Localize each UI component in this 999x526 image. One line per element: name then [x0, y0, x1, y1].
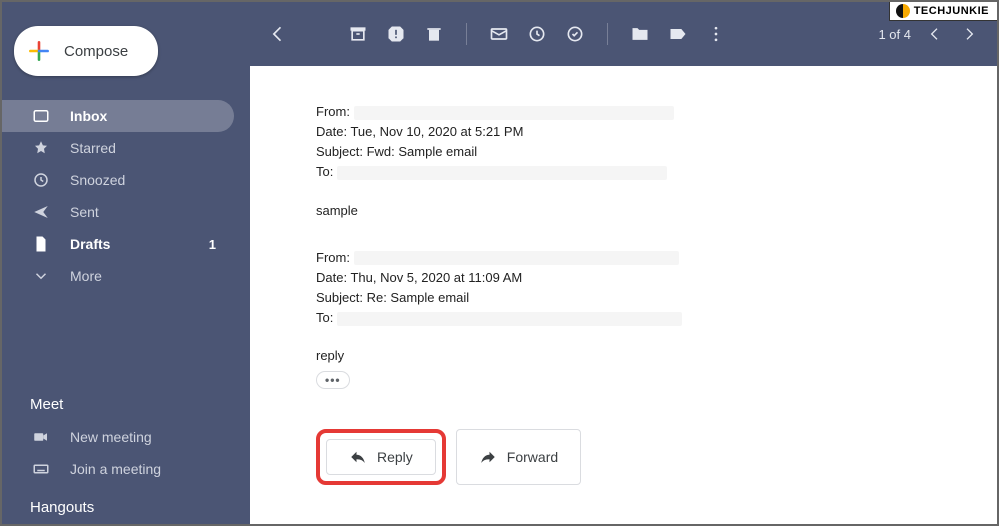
- redacted-from: [354, 251, 679, 265]
- watermark: TECHJUNKIE: [889, 2, 997, 21]
- quoted-subject-2: Subject: Re: Sample email: [316, 288, 973, 308]
- sidebar-item-label: New meeting: [70, 429, 152, 445]
- compose-label: Compose: [64, 43, 128, 60]
- report-spam-icon[interactable]: [386, 24, 406, 44]
- compose-plus-icon: [26, 38, 52, 64]
- sidebar-item-label: Starred: [70, 140, 116, 156]
- add-to-tasks-icon[interactable]: [565, 24, 585, 44]
- clock-icon: [30, 171, 52, 189]
- move-to-icon[interactable]: [630, 24, 650, 44]
- pager-text: 1 of 4: [878, 27, 911, 42]
- keyboard-icon: [30, 460, 52, 478]
- annotation-highlight: Reply: [316, 429, 446, 485]
- mail-nav: Inbox Starred Snoozed Sent: [2, 100, 250, 292]
- video-icon: [30, 428, 52, 446]
- hangouts-heading: Hangouts: [2, 491, 250, 524]
- to-label: To:: [316, 310, 333, 325]
- labels-icon[interactable]: [668, 24, 688, 44]
- meet-section: Meet New meeting Join a meeting: [2, 396, 250, 491]
- sidebar-item-label: Snoozed: [70, 172, 125, 188]
- more-icon[interactable]: [706, 24, 726, 44]
- compose-button[interactable]: Compose: [14, 26, 158, 76]
- to-label: To:: [316, 164, 333, 179]
- quoted-header-2: From: Date: Thu, Nov 5, 2020 at 11:09 AM…: [316, 248, 973, 329]
- inbox-icon: [30, 107, 52, 125]
- from-label: From:: [316, 104, 350, 119]
- forward-label: Forward: [507, 449, 558, 465]
- watermark-icon: [896, 4, 910, 18]
- meet-join-meeting[interactable]: Join a meeting: [2, 453, 234, 485]
- sidebar-item-label: Join a meeting: [70, 461, 161, 477]
- toolbar-separator: [607, 23, 608, 45]
- chevron-down-icon: [30, 267, 52, 285]
- reply-button[interactable]: Reply: [326, 439, 436, 475]
- drafts-count: 1: [209, 237, 216, 252]
- sidebar-item-drafts[interactable]: Drafts 1: [2, 228, 234, 260]
- toolbar-separator: [466, 23, 467, 45]
- redacted-to: [337, 312, 682, 326]
- meet-heading: Meet: [2, 396, 250, 421]
- quoted-date-2: Date: Thu, Nov 5, 2020 at 11:09 AM: [316, 268, 973, 288]
- next-message-icon[interactable]: [959, 24, 979, 44]
- quoted-subject-1: Subject: Fwd: Sample email: [316, 142, 973, 162]
- sidebar-item-more[interactable]: More: [2, 260, 234, 292]
- sidebar-item-inbox[interactable]: Inbox: [2, 100, 234, 132]
- redacted-from: [354, 106, 674, 120]
- sidebar-item-snoozed[interactable]: Snoozed: [2, 164, 234, 196]
- from-label: From:: [316, 250, 350, 265]
- forward-icon: [479, 448, 497, 466]
- message-toolbar: 1 of 4: [250, 2, 997, 66]
- sidebar-item-starred[interactable]: Starred: [2, 132, 234, 164]
- archive-icon[interactable]: [348, 24, 368, 44]
- watermark-text: TECHJUNKIE: [914, 5, 989, 17]
- main-pane: 1 of 4 From: Date: Tue, Nov 10, 2020 at …: [250, 2, 997, 524]
- action-row: Reply Forward: [316, 429, 973, 485]
- star-icon: [30, 139, 52, 157]
- reply-icon: [349, 448, 367, 466]
- sidebar-item-label: More: [70, 268, 102, 284]
- hangouts-section: Hangouts: [2, 491, 250, 524]
- file-icon: [30, 235, 52, 253]
- reply-label: Reply: [377, 449, 413, 465]
- sidebar: Compose Inbox Starred Snoozed: [2, 2, 250, 524]
- mark-unread-icon[interactable]: [489, 24, 509, 44]
- sidebar-item-label: Drafts: [70, 236, 110, 252]
- sidebar-item-label: Sent: [70, 204, 99, 220]
- sidebar-item-sent[interactable]: Sent: [2, 196, 234, 228]
- pager: 1 of 4: [878, 24, 979, 44]
- email-body-2: reply: [316, 348, 973, 363]
- quoted-header-1: From: Date: Tue, Nov 10, 2020 at 5:21 PM…: [316, 102, 973, 183]
- snooze-icon[interactable]: [527, 24, 547, 44]
- email-content: From: Date: Tue, Nov 10, 2020 at 5:21 PM…: [250, 66, 997, 524]
- sidebar-item-label: Inbox: [70, 108, 107, 124]
- redacted-to: [337, 166, 667, 180]
- prev-message-icon[interactable]: [925, 24, 945, 44]
- forward-button[interactable]: Forward: [456, 429, 581, 485]
- send-icon: [30, 203, 52, 221]
- meet-new-meeting[interactable]: New meeting: [2, 421, 234, 453]
- back-icon[interactable]: [268, 24, 288, 44]
- email-body-1: sample: [316, 203, 973, 218]
- delete-icon[interactable]: [424, 24, 444, 44]
- quoted-date-1: Date: Tue, Nov 10, 2020 at 5:21 PM: [316, 122, 973, 142]
- show-trimmed-button[interactable]: •••: [316, 371, 350, 389]
